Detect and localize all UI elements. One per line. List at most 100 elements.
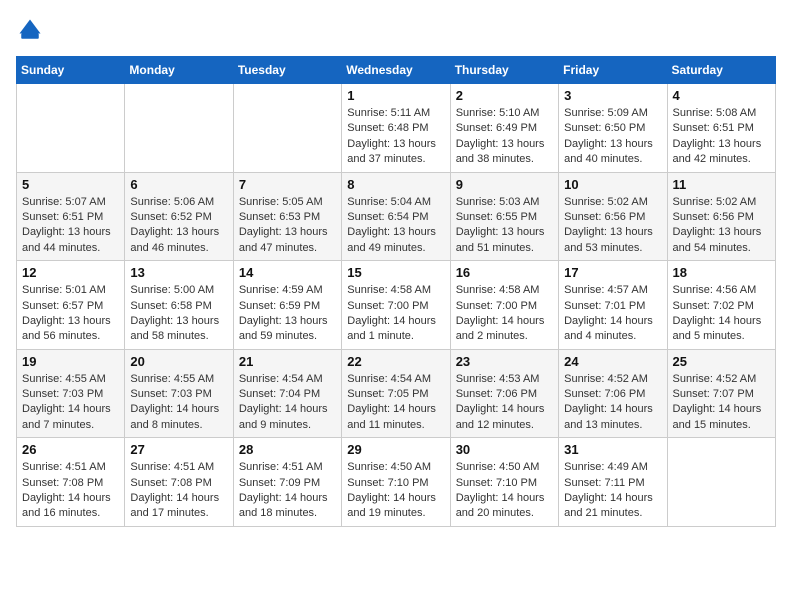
day-info: Sunrise: 4:54 AM Sunset: 7:05 PM Dayligh… bbox=[347, 372, 444, 434]
calendar-cell: 9 Sunrise: 5:03 AM Sunset: 6:55 PM Daylig… bbox=[450, 172, 558, 261]
day-number: 19 bbox=[22, 354, 119, 369]
calendar-cell bbox=[667, 438, 775, 527]
calendar-cell: 18 Sunrise: 4:56 AM Sunset: 7:02 PM Dayli… bbox=[667, 261, 775, 350]
day-number: 9 bbox=[456, 177, 553, 192]
logo bbox=[16, 16, 48, 44]
day-info: Sunrise: 5:09 AM Sunset: 6:50 PM Dayligh… bbox=[564, 106, 661, 168]
calendar-cell: 7 Sunrise: 5:05 AM Sunset: 6:53 PM Daylig… bbox=[233, 172, 341, 261]
day-number: 30 bbox=[456, 442, 553, 457]
day-number: 11 bbox=[673, 177, 770, 192]
day-info: Sunrise: 4:50 AM Sunset: 7:10 PM Dayligh… bbox=[456, 460, 553, 522]
calendar-cell: 8Sunrise: 5:04 AM Sunset: 6:54 PM Daylig… bbox=[342, 172, 450, 261]
day-number: 1 bbox=[347, 88, 444, 103]
day-number: 4 bbox=[673, 88, 770, 103]
calendar-cell: 24Sunrise: 4:52 AM Sunset: 7:06 PM Dayli… bbox=[559, 349, 667, 438]
day-info: Sunrise: 5:02 AM Sunset: 6:56 PM Dayligh… bbox=[564, 195, 661, 257]
calendar-week-1: 1 Sunrise: 5:11 AM Sunset: 6:48 PM Daylig… bbox=[17, 84, 776, 173]
weekday-header-row: SundayMondayTuesdayWednesdayThursdayFrid… bbox=[17, 57, 776, 84]
day-info: Sunrise: 5:04 AM Sunset: 6:54 PM Dayligh… bbox=[347, 195, 444, 257]
day-number: 10 bbox=[564, 177, 661, 192]
day-info: Sunrise: 5:05 AM Sunset: 6:53 PM Dayligh… bbox=[239, 195, 336, 257]
day-number: 3 bbox=[564, 88, 661, 103]
calendar-cell: 19 Sunrise: 4:55 AM Sunset: 7:03 PM Dayli… bbox=[17, 349, 125, 438]
calendar-cell bbox=[233, 84, 341, 173]
day-info: Sunrise: 5:08 AM Sunset: 6:51 PM Dayligh… bbox=[673, 106, 770, 168]
weekday-header-tuesday: Tuesday bbox=[233, 57, 341, 84]
calendar-cell bbox=[17, 84, 125, 173]
day-number: 31 bbox=[564, 442, 661, 457]
calendar-cell: 20 Sunrise: 4:55 AM Sunset: 7:03 PM Dayli… bbox=[125, 349, 233, 438]
calendar-cell: 5 Sunrise: 5:07 AM Sunset: 6:51 PM Daylig… bbox=[17, 172, 125, 261]
calendar-table: SundayMondayTuesdayWednesdayThursdayFrid… bbox=[16, 56, 776, 527]
day-info: Sunrise: 5:10 AM Sunset: 6:49 PM Dayligh… bbox=[456, 106, 553, 168]
day-number: 25 bbox=[673, 354, 770, 369]
calendar-cell: 4 Sunrise: 5:08 AM Sunset: 6:51 PM Daylig… bbox=[667, 84, 775, 173]
weekday-header-saturday: Saturday bbox=[667, 57, 775, 84]
day-info: Sunrise: 4:51 AM Sunset: 7:08 PM Dayligh… bbox=[22, 460, 119, 522]
calendar-week-3: 12 Sunrise: 5:01 AM Sunset: 6:57 PM Dayli… bbox=[17, 261, 776, 350]
calendar-cell: 6 Sunrise: 5:06 AM Sunset: 6:52 PM Daylig… bbox=[125, 172, 233, 261]
day-info: Sunrise: 5:06 AM Sunset: 6:52 PM Dayligh… bbox=[130, 195, 227, 257]
calendar-week-5: 26 Sunrise: 4:51 AM Sunset: 7:08 PM Dayli… bbox=[17, 438, 776, 527]
calendar-cell: 26 Sunrise: 4:51 AM Sunset: 7:08 PM Dayli… bbox=[17, 438, 125, 527]
day-info: Sunrise: 4:56 AM Sunset: 7:02 PM Dayligh… bbox=[673, 283, 770, 345]
day-info: Sunrise: 4:51 AM Sunset: 7:08 PM Dayligh… bbox=[130, 460, 227, 522]
day-info: Sunrise: 4:57 AM Sunset: 7:01 PM Dayligh… bbox=[564, 283, 661, 345]
day-number: 18 bbox=[673, 265, 770, 280]
day-info: Sunrise: 5:02 AM Sunset: 6:56 PM Dayligh… bbox=[673, 195, 770, 257]
day-info: Sunrise: 4:52 AM Sunset: 7:07 PM Dayligh… bbox=[673, 372, 770, 434]
calendar-week-4: 19 Sunrise: 4:55 AM Sunset: 7:03 PM Dayli… bbox=[17, 349, 776, 438]
calendar-cell: 11 Sunrise: 5:02 AM Sunset: 6:56 PM Dayli… bbox=[667, 172, 775, 261]
day-number: 2 bbox=[456, 88, 553, 103]
day-info: Sunrise: 4:53 AM Sunset: 7:06 PM Dayligh… bbox=[456, 372, 553, 434]
day-info: Sunrise: 4:51 AM Sunset: 7:09 PM Dayligh… bbox=[239, 460, 336, 522]
day-info: Sunrise: 4:58 AM Sunset: 7:00 PM Dayligh… bbox=[347, 283, 444, 345]
day-info: Sunrise: 4:59 AM Sunset: 6:59 PM Dayligh… bbox=[239, 283, 336, 345]
day-number: 27 bbox=[130, 442, 227, 457]
calendar-cell: 29 Sunrise: 4:50 AM Sunset: 7:10 PM Dayli… bbox=[342, 438, 450, 527]
calendar-cell: 2 Sunrise: 5:10 AM Sunset: 6:49 PM Daylig… bbox=[450, 84, 558, 173]
calendar-cell: 3 Sunrise: 5:09 AM Sunset: 6:50 PM Daylig… bbox=[559, 84, 667, 173]
weekday-header-monday: Monday bbox=[125, 57, 233, 84]
calendar-cell: 31Sunrise: 4:49 AM Sunset: 7:11 PM Dayli… bbox=[559, 438, 667, 527]
day-number: 23 bbox=[456, 354, 553, 369]
calendar-cell: 16 Sunrise: 4:58 AM Sunset: 7:00 PM Dayli… bbox=[450, 261, 558, 350]
day-info: Sunrise: 5:03 AM Sunset: 6:55 PM Dayligh… bbox=[456, 195, 553, 257]
day-number: 13 bbox=[130, 265, 227, 280]
day-info: Sunrise: 5:11 AM Sunset: 6:48 PM Dayligh… bbox=[347, 106, 444, 168]
day-info: Sunrise: 4:54 AM Sunset: 7:04 PM Dayligh… bbox=[239, 372, 336, 434]
day-number: 29 bbox=[347, 442, 444, 457]
day-number: 7 bbox=[239, 177, 336, 192]
calendar-cell bbox=[125, 84, 233, 173]
calendar-cell: 10 Sunrise: 5:02 AM Sunset: 6:56 PM Dayli… bbox=[559, 172, 667, 261]
day-number: 5 bbox=[22, 177, 119, 192]
day-number: 16 bbox=[456, 265, 553, 280]
day-number: 12 bbox=[22, 265, 119, 280]
calendar-cell: 12 Sunrise: 5:01 AM Sunset: 6:57 PM Dayli… bbox=[17, 261, 125, 350]
day-info: Sunrise: 4:55 AM Sunset: 7:03 PM Dayligh… bbox=[22, 372, 119, 434]
day-number: 22 bbox=[347, 354, 444, 369]
day-info: Sunrise: 5:01 AM Sunset: 6:57 PM Dayligh… bbox=[22, 283, 119, 345]
calendar-cell: 13Sunrise: 5:00 AM Sunset: 6:58 PM Dayli… bbox=[125, 261, 233, 350]
calendar-cell: 28Sunrise: 4:51 AM Sunset: 7:09 PM Dayli… bbox=[233, 438, 341, 527]
day-info: Sunrise: 4:55 AM Sunset: 7:03 PM Dayligh… bbox=[130, 372, 227, 434]
calendar-cell: 23 Sunrise: 4:53 AM Sunset: 7:06 PM Dayli… bbox=[450, 349, 558, 438]
calendar-cell: 17 Sunrise: 4:57 AM Sunset: 7:01 PM Dayli… bbox=[559, 261, 667, 350]
day-number: 15 bbox=[347, 265, 444, 280]
calendar-cell: 15 Sunrise: 4:58 AM Sunset: 7:00 PM Dayli… bbox=[342, 261, 450, 350]
calendar-cell: 27 Sunrise: 4:51 AM Sunset: 7:08 PM Dayli… bbox=[125, 438, 233, 527]
day-number: 26 bbox=[22, 442, 119, 457]
day-number: 17 bbox=[564, 265, 661, 280]
calendar-cell: 22 Sunrise: 4:54 AM Sunset: 7:05 PM Dayli… bbox=[342, 349, 450, 438]
weekday-header-wednesday: Wednesday bbox=[342, 57, 450, 84]
day-info: Sunrise: 4:50 AM Sunset: 7:10 PM Dayligh… bbox=[347, 460, 444, 522]
day-info: Sunrise: 5:07 AM Sunset: 6:51 PM Dayligh… bbox=[22, 195, 119, 257]
day-number: 14 bbox=[239, 265, 336, 280]
calendar-cell: 30 Sunrise: 4:50 AM Sunset: 7:10 PM Dayli… bbox=[450, 438, 558, 527]
day-number: 6 bbox=[130, 177, 227, 192]
day-number: 20 bbox=[130, 354, 227, 369]
day-info: Sunrise: 4:58 AM Sunset: 7:00 PM Dayligh… bbox=[456, 283, 553, 345]
calendar-cell: 14 Sunrise: 4:59 AM Sunset: 6:59 PM Dayli… bbox=[233, 261, 341, 350]
day-number: 24 bbox=[564, 354, 661, 369]
day-number: 21 bbox=[239, 354, 336, 369]
